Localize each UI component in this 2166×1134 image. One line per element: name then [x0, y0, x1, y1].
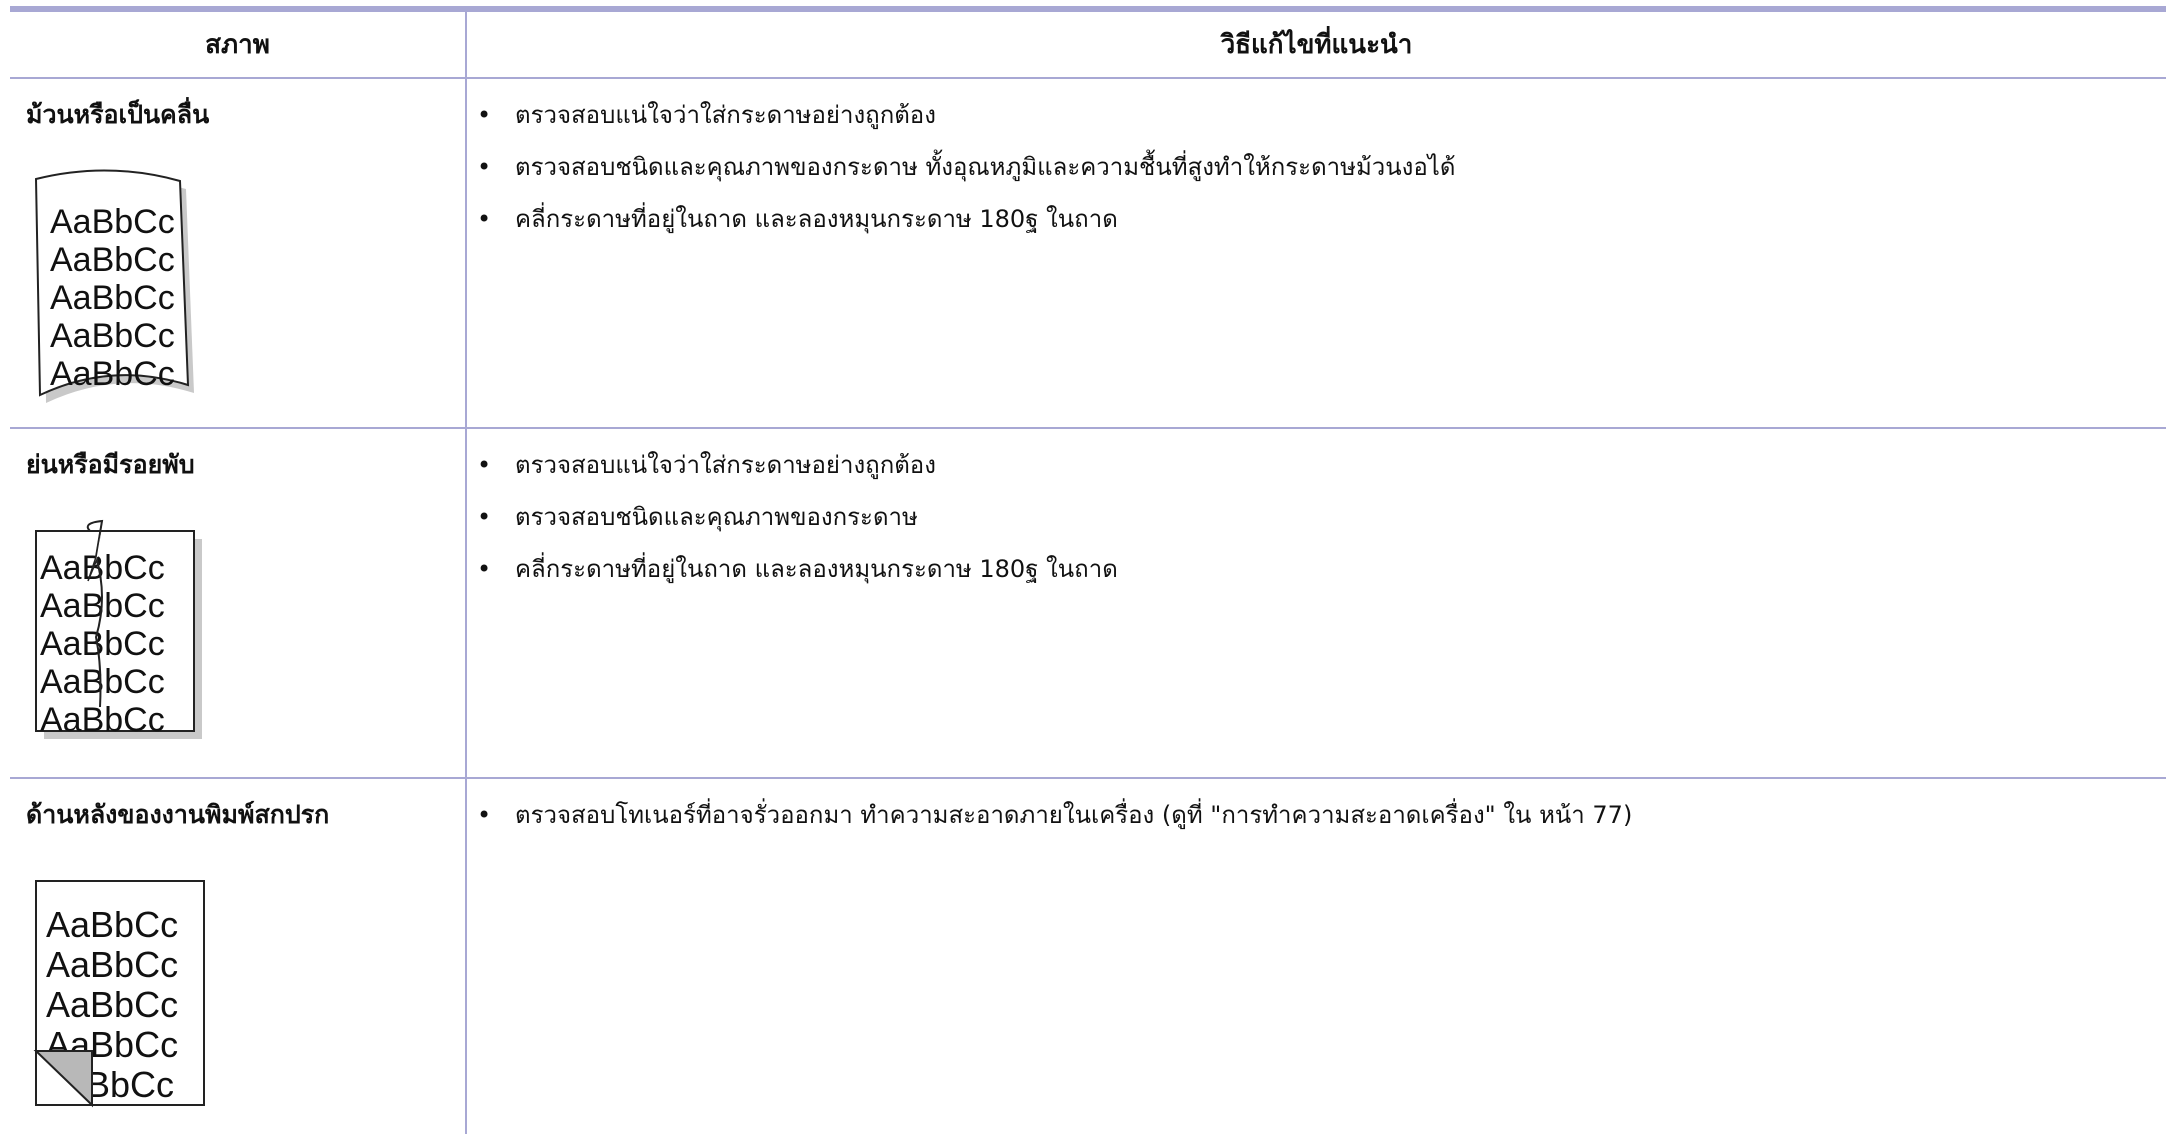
illustration-text: AaBbCc	[46, 984, 178, 1025]
solution-text: ตรวจสอบแน่ใจว่าใส่กระดาษอย่างถูกต้อง	[515, 101, 936, 129]
solution-text: ตรวจสอบแน่ใจว่าใส่กระดาษอย่างถูกต้อง	[515, 451, 936, 479]
bullet-icon: •	[477, 101, 492, 129]
illustration-text: AaBbCc	[46, 944, 178, 985]
solution-item: • ตรวจสอบชนิดและคุณภาพของกระดาษ ทั้งอุณหภ…	[477, 151, 2166, 183]
wrinkled-paper-illustration: AaBbCc AaBbCc AaBbCc AaBbCc AaBbCc	[35, 519, 202, 739]
header-condition: สภาพ	[10, 12, 467, 79]
bullet-icon: •	[477, 205, 492, 233]
header-solution: วิธีแก้ไขที่แนะนำ	[466, 12, 2166, 79]
solution-text: ตรวจสอบชนิดและคุณภาพของกระดาษ ทั้งอุณหภู…	[515, 153, 1456, 181]
condition-cell: ด้านหลังของงานพิมพ์สกปรก AaBbCc AaBbCc A…	[10, 778, 467, 1134]
illustration-text: AaBbCc	[50, 241, 175, 279]
solution-text: ตรวจสอบชนิดและคุณภาพของกระดาษ	[515, 503, 918, 531]
table-row: ม้วนหรือเป็นคลื่น AaBbCc AaBbCc AaBbCc A…	[10, 78, 2166, 429]
bullet-icon: •	[477, 153, 492, 181]
solution-text: คลี่กระดาษที่อยู่ในถาด และลองหมุนกระดาษ …	[515, 205, 1118, 233]
condition-cell: ย่นหรือมีรอยพับ AaBbCc AaBbCc AaBbCc AaB…	[10, 428, 467, 779]
illustration-text: AaBbCc	[40, 701, 165, 739]
solution-cell: • ตรวจสอบโทเนอร์ที่อาจรั่วออกมา ทำความสะอ…	[466, 778, 2166, 1134]
condition-title: ม้วนหรือเป็นคลื่น	[26, 100, 210, 129]
solution-cell: • ตรวจสอบแน่ใจว่าใส่กระดาษอย่างถูกต้อง • ต…	[466, 428, 2166, 779]
illustration-text: AaBbCc	[50, 317, 175, 355]
illustration-text: AaBbCc	[40, 625, 165, 663]
illustration-text: AaBbCc	[46, 904, 178, 945]
solution-item: • ตรวจสอบแน่ใจว่าใส่กระดาษอย่างถูกต้อง	[477, 99, 2166, 131]
solution-list: • ตรวจสอบแน่ใจว่าใส่กระดาษอย่างถูกต้อง • ต…	[467, 429, 2166, 585]
illustration-text: AaBbCc	[40, 663, 165, 701]
solution-cell: • ตรวจสอบแน่ใจว่าใส่กระดาษอย่างถูกต้อง • ต…	[466, 78, 2166, 429]
solution-item: • คลี่กระดาษที่อยู่ในถาด และลองหมุนกระดาษ…	[477, 203, 2166, 235]
condition-title: ย่นหรือมีรอยพับ	[26, 450, 195, 479]
curled-paper-illustration: AaBbCc AaBbCc AaBbCc AaBbCc AaBbCc	[34, 169, 194, 403]
solution-item: • คลี่กระดาษที่อยู่ในถาด และลองหมุนกระดาษ…	[477, 553, 2166, 585]
solution-list: • ตรวจสอบแน่ใจว่าใส่กระดาษอย่างถูกต้อง • ต…	[467, 79, 2166, 235]
condition-title: ด้านหลังของงานพิมพ์สกปรก	[26, 800, 330, 829]
dirty-back-paper-illustration: AaBbCc AaBbCc AaBbCc AaBbCc aBbCc	[33, 880, 205, 1108]
bullet-icon: •	[477, 451, 492, 479]
solution-item: • ตรวจสอบชนิดและคุณภาพของกระดาษ	[477, 501, 2166, 533]
table-row: ด้านหลังของงานพิมพ์สกปรก AaBbCc AaBbCc A…	[10, 778, 2166, 1134]
illustration-text: AaBbCc	[40, 549, 165, 587]
solution-text: ตรวจสอบโทเนอร์ที่อาจรั่วออกมา ทำความสะอา…	[515, 801, 1633, 829]
bullet-icon: •	[477, 503, 492, 531]
solution-item: • ตรวจสอบแน่ใจว่าใส่กระดาษอย่างถูกต้อง	[477, 449, 2166, 481]
solution-text: คลี่กระดาษที่อยู่ในถาด และลองหมุนกระดาษ …	[515, 555, 1118, 583]
illustration-text: AaBbCc	[50, 203, 175, 241]
table-row: ย่นหรือมีรอยพับ AaBbCc AaBbCc AaBbCc AaB…	[10, 428, 2166, 779]
table-header-row: สภาพ วิธีแก้ไขที่แนะนำ	[10, 12, 2166, 79]
bullet-icon: •	[477, 555, 492, 583]
illustration-text: AaBbCc	[50, 279, 175, 317]
condition-cell: ม้วนหรือเป็นคลื่น AaBbCc AaBbCc AaBbCc A…	[10, 78, 467, 429]
solution-list: • ตรวจสอบโทเนอร์ที่อาจรั่วออกมา ทำความสะอ…	[467, 779, 2166, 831]
manual-page: สภาพ วิธีแก้ไขที่แนะนำ ม้วนหรือเป็นคลื่น…	[0, 0, 2166, 1134]
illustration-text: AaBbCc	[50, 355, 175, 393]
bullet-icon: •	[477, 801, 492, 829]
solution-item: • ตรวจสอบโทเนอร์ที่อาจรั่วออกมา ทำความสะอ…	[477, 799, 2166, 831]
troubleshooting-table: สภาพ วิธีแก้ไขที่แนะนำ ม้วนหรือเป็นคลื่น…	[10, 12, 2166, 1134]
